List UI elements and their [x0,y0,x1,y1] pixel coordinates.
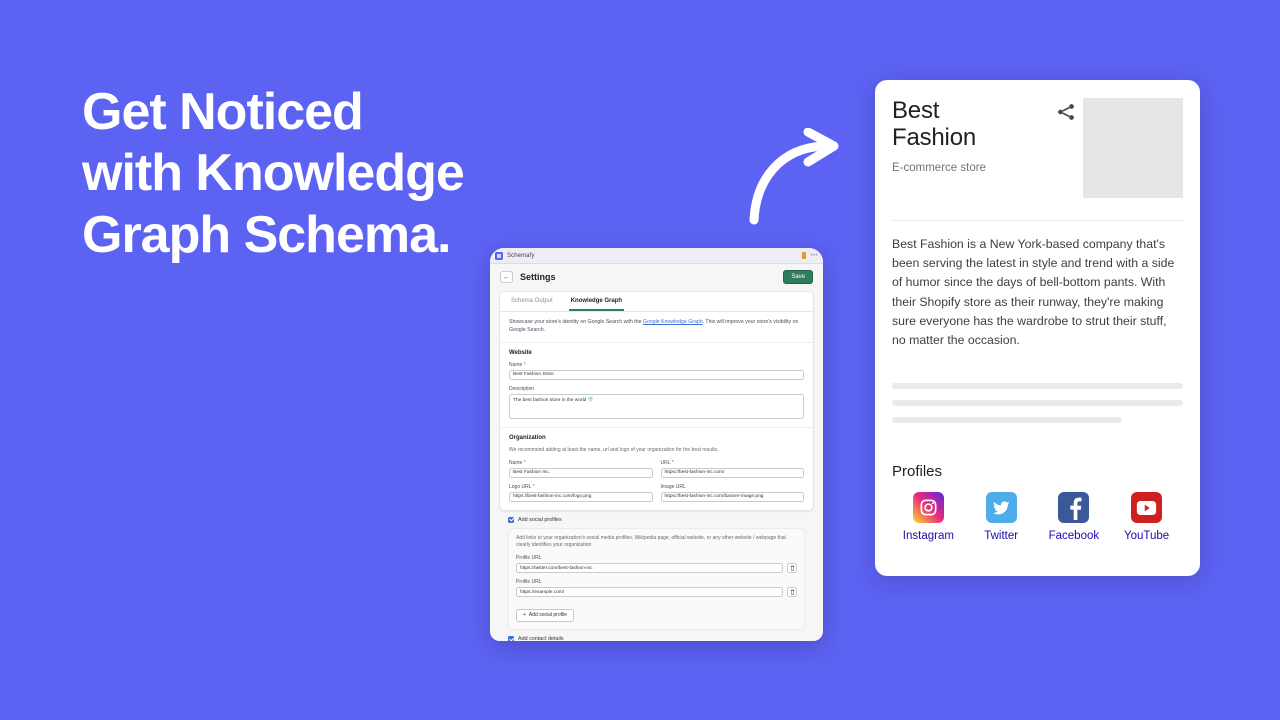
skeleton-bar [892,383,1183,390]
knowledge-panel-subtitle: E-commerce store [892,161,986,174]
share-icon[interactable] [1055,101,1077,123]
profiles-heading: Profiles [892,463,943,481]
organization-image-field: Image URL https://best-fashion-inc.com/b… [660,483,804,502]
add-social-profiles-label: Add social profiles [518,516,562,523]
tab-bar: Schema Output Knowledge Graph [500,292,813,312]
headline-line-3: Graph Schema. [82,205,451,264]
social-profile-field-2: Profile URL https://example.com/ [516,579,797,598]
youtube-icon [1131,492,1163,524]
website-description-input[interactable]: The best fashion store in the world 👕 [509,393,804,419]
facebook-icon [1058,492,1090,524]
headline-line-2: with Knowledge [82,144,465,203]
back-arrow-icon[interactable]: ← [500,271,513,283]
organization-logo-label: Logo URL * [509,483,535,490]
profile-label-facebook[interactable]: Facebook [1049,530,1100,542]
website-section: Website Name * Best Fashion Store Descri… [500,343,813,427]
app-window: Schemafy ••• ← Settings Save Schema Outp… [490,248,823,641]
add-social-profile-label: Add social profile [528,612,567,619]
trash-icon[interactable] [787,563,797,574]
business-image-placeholder [1083,98,1183,198]
add-social-profiles-checkbox[interactable] [508,516,514,523]
knowledge-panel-description: Best Fashion is a New York-based company… [892,237,1175,347]
settings-header: ← Settings Save [499,270,814,284]
profile-item-youtube[interactable]: YouTube [1110,492,1183,542]
twitter-icon [985,492,1017,524]
website-section-title: Website [509,349,532,356]
organization-name-label: Name * [509,459,526,466]
organization-name-input[interactable]: Best Fashion Inc. [509,467,653,478]
social-profile-label-1: Profile URL [516,555,542,562]
window-title: Schemafy [507,252,535,259]
social-help-text: Add links to your organization's social … [516,534,786,549]
organization-logo-field: Logo URL * https://best-fashion-inc.com/… [509,484,653,502]
social-profiles-checkbox-row[interactable]: Add social profiles [499,511,814,523]
tab-knowledge-graph[interactable]: Knowledge Graph [568,292,625,311]
contact-details-checkbox-row[interactable]: Add contact details [499,630,814,641]
organization-section-title: Organization [509,434,546,441]
social-profile-label-2: Profile URL [516,579,542,586]
add-social-profile-button[interactable]: + Add social profile [516,609,574,623]
profile-item-twitter[interactable]: Twitter [965,492,1038,542]
website-name-input[interactable]: Best Fashion Store [509,369,804,380]
page-title: Settings [520,272,556,282]
curved-arrow-icon [742,127,852,228]
schemafy-app-icon [495,251,503,260]
organization-url-label: URL * [660,459,674,466]
plus-icon: + [523,612,526,619]
organization-help-text: We recommend adding at least the name, u… [509,446,719,453]
profile-item-facebook[interactable]: Facebook [1038,492,1111,542]
instagram-icon [912,492,944,524]
social-profile-input-1[interactable]: https://twitter.com/best-fashion-inc [516,563,783,574]
social-profile-field-1: Profile URL https://twitter.com/best-fas… [516,555,797,574]
profiles-list: Instagram Twitter Facebook YouTube [892,492,1183,542]
tab-schema-output[interactable]: Schema Output [509,292,555,311]
social-profiles-panel: Add links to your organization's social … [508,527,805,631]
intro-text-before: Showcase your store's identity on Google… [509,319,643,325]
notification-badge-icon[interactable] [802,252,807,259]
profile-item-instagram[interactable]: Instagram [892,492,965,542]
organization-image-label: Image URL [660,483,686,490]
content-skeleton [892,350,1183,424]
window-titlebar: Schemafy ••• [490,248,823,264]
knowledge-panel-header: Best Fashion E-commerce store [892,97,1183,198]
window-controls: ••• [802,252,818,259]
social-profile-input-2[interactable]: https://example.com/ [516,587,783,598]
headline-line-1: Get Noticed [82,83,364,141]
profile-label-twitter[interactable]: Twitter [984,530,1018,542]
organization-section: Organization We recommend adding at leas… [500,426,813,510]
profile-label-instagram[interactable]: Instagram [903,530,954,542]
website-name-field: Name * Best Fashion Store [509,362,804,380]
organization-name-field: Name * Best Fashion Inc. [509,460,653,478]
website-description-field: Description The best fashion store in th… [509,386,804,419]
organization-url-field: URL * https://best-fashion-inc.com/ [660,459,804,478]
organization-fields: Name * Best Fashion Inc. URL * https://b… [509,460,804,502]
knowledge-panel-title: Best Fashion [892,97,976,151]
website-name-label: Name * [509,361,526,368]
knowledge-panel: Best Fashion E-commerce store Best Fashi… [875,80,1200,576]
trash-icon[interactable] [787,587,797,598]
profile-label-youtube[interactable]: YouTube [1124,530,1169,542]
settings-card: Schema Output Knowledge Graph Showcase y… [499,291,814,511]
skeleton-bar [892,417,1122,424]
organization-logo-input[interactable]: https://best-fashion-inc.com/logo.png [509,491,653,502]
intro-text: Showcase your store's identity on Google… [500,312,813,343]
add-contact-details-checkbox[interactable] [508,636,514,641]
organization-image-input[interactable]: https://best-fashion-inc.com/banner-imag… [660,491,804,502]
app-content: ← Settings Save Schema Output Knowledge … [490,264,823,641]
knowledge-panel-title-column: Best Fashion E-commerce store [892,97,1055,174]
save-button[interactable]: Save [783,270,813,284]
more-options-icon[interactable]: ••• [810,253,818,259]
organization-url-input[interactable]: https://best-fashion-inc.com/ [660,467,804,478]
google-knowledge-graph-link[interactable]: Google Knowledge Graph [643,319,703,325]
skeleton-bar [892,400,1183,407]
add-contact-details-label: Add contact details [518,636,564,641]
website-description-label: Description [509,385,535,392]
page-headline: Get Noticed with Knowledge Graph Schema. [82,82,542,266]
